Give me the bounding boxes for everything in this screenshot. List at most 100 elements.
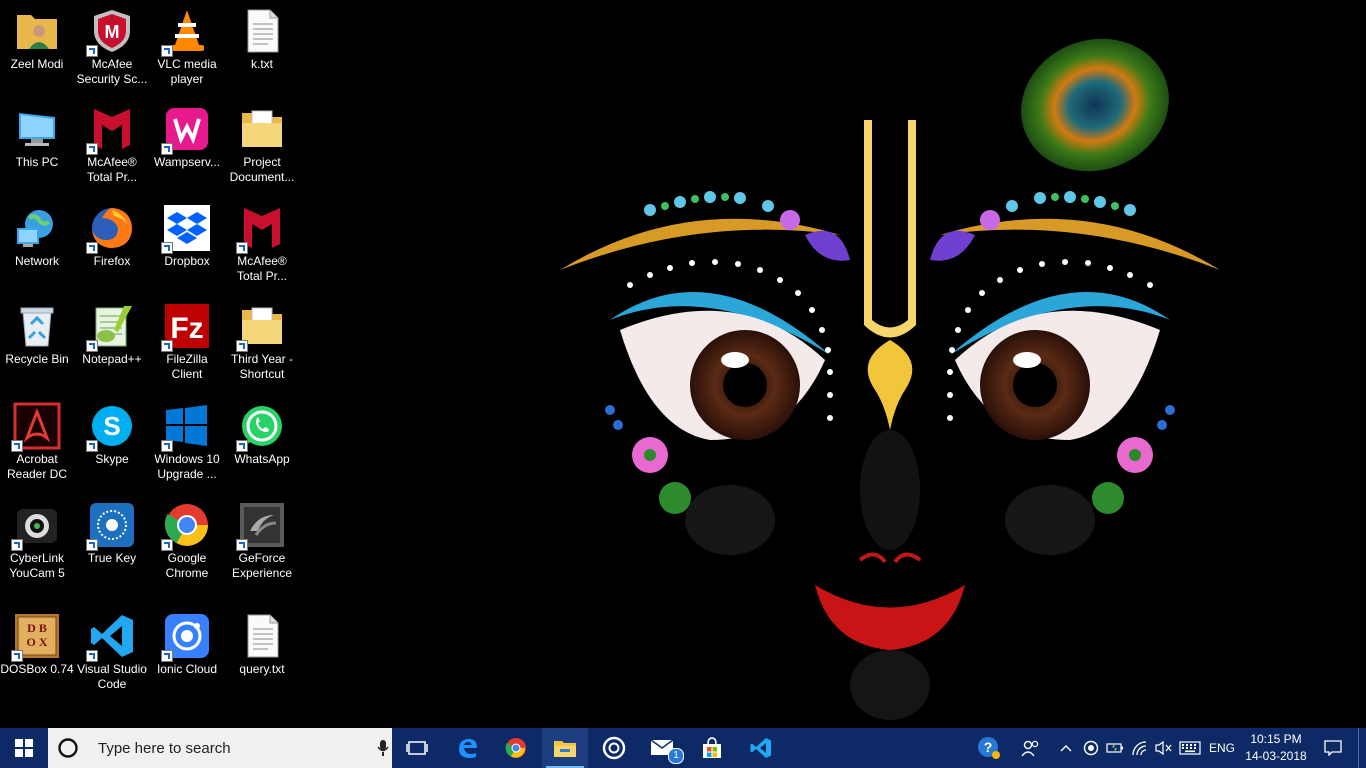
battery-icon xyxy=(1106,743,1123,753)
desktop-icon-label: Visual Studio Code xyxy=(77,662,147,691)
desktop-icon[interactable]: VLC media player xyxy=(150,3,224,99)
chrome-icon xyxy=(505,738,526,758)
tray-app-button[interactable] xyxy=(1080,728,1102,768)
svg-text:O X: O X xyxy=(27,635,48,649)
desktop-icon[interactable]: query.txt xyxy=(225,608,299,704)
mcafee-icon xyxy=(86,105,136,155)
desktop-icon[interactable]: Third Year - Shortcut xyxy=(225,298,299,394)
volume-button[interactable] xyxy=(1152,728,1174,768)
desktop-icon[interactable]: WhatsApp xyxy=(225,398,299,494)
taskbar-edge-button[interactable] xyxy=(446,728,490,768)
desktop-icon[interactable]: S Skype xyxy=(75,398,149,494)
desktop[interactable]: Zeel Modi M McAfee Security Sc... VLC media… xyxy=(0,0,1366,728)
taskbar-file-explorer-button[interactable] xyxy=(542,728,588,768)
desktop-icon[interactable]: True Key xyxy=(75,497,149,593)
desktop-icon-label: Windows 10 Upgrade ... xyxy=(154,452,220,481)
desktop-icon[interactable]: Firefox xyxy=(75,200,149,296)
desktop-icon[interactable]: M McAfee Security Sc... xyxy=(75,3,149,99)
shortcut-arrow-icon xyxy=(86,440,98,452)
network-tray-button[interactable] xyxy=(1128,728,1152,768)
filezilla-icon: Fz xyxy=(161,302,211,352)
desktop-icon[interactable]: D BO X DOSBox 0.74 xyxy=(0,608,74,704)
desktop-icon-label: DOSBox 0.74 xyxy=(0,662,74,676)
battery-button[interactable] xyxy=(1104,728,1126,768)
desktop-icon[interactable]: Ionic Cloud xyxy=(150,608,224,704)
desktop-icon[interactable]: Notepad++ xyxy=(75,298,149,394)
taskbar-search-box[interactable] xyxy=(48,728,392,768)
desktop-icon-label: McAfee Security Sc... xyxy=(76,57,148,86)
taskbar-store-button[interactable] xyxy=(690,728,734,768)
notepad-plus-plus-icon xyxy=(86,302,136,352)
desktop-icon[interactable]: k.txt xyxy=(225,3,299,99)
desktop-icon[interactable]: Google Chrome xyxy=(150,497,224,593)
desktop-icon-label: Third Year - Shortcut xyxy=(230,352,294,381)
taskbar-mail-button[interactable]: 1 xyxy=(640,728,686,768)
taskbar-vscode-button[interactable] xyxy=(738,728,784,768)
shortcut-arrow-icon xyxy=(161,242,173,254)
whatsapp-icon xyxy=(236,402,286,452)
desktop-icon[interactable]: Zeel Modi xyxy=(0,3,74,99)
desktop-icon-label: This PC xyxy=(15,155,59,169)
shortcut-arrow-icon xyxy=(236,242,248,254)
help-question-icon: ? xyxy=(978,737,1000,759)
desktop-icon-label: Google Chrome xyxy=(165,551,209,580)
show-desktop-button[interactable] xyxy=(1358,728,1366,768)
show-hidden-icons-button[interactable] xyxy=(1056,728,1076,768)
desktop-icon[interactable]: Project Document... xyxy=(225,101,299,197)
desktop-icon-label: FileZilla Client xyxy=(166,352,208,381)
action-center-button[interactable] xyxy=(1318,728,1348,768)
desktop-icon-label: Recycle Bin xyxy=(5,352,69,366)
groove-icon xyxy=(602,736,626,760)
people-button[interactable] xyxy=(1014,728,1048,768)
vscode-icon xyxy=(750,738,771,758)
input-language-indicator[interactable]: ENG xyxy=(1206,728,1238,768)
desktop-icon[interactable]: CyberLink YouCam 5 xyxy=(0,497,74,593)
desktop-icon[interactable]: Network xyxy=(0,200,74,296)
cortana-circle-icon xyxy=(58,738,78,758)
mcafee-shield-icon: M xyxy=(86,7,136,57)
touch-keyboard-button[interactable] xyxy=(1176,728,1204,768)
wifi-icon xyxy=(1132,741,1147,756)
desktop-icon-label: GeForce Experience xyxy=(231,551,293,580)
shortcut-arrow-icon xyxy=(11,539,23,551)
desktop-icon[interactable]: Dropbox xyxy=(150,200,224,296)
taskbar-chrome-button[interactable] xyxy=(494,728,538,768)
clock[interactable]: 10:15 PM 14-03-2018 xyxy=(1236,731,1316,765)
desktop-icon[interactable]: McAfee® Total Pr... xyxy=(75,101,149,197)
desktop-icon[interactable]: Fz FileZilla Client xyxy=(150,298,224,394)
folder-icon xyxy=(236,302,286,352)
shortcut-arrow-icon xyxy=(86,650,98,662)
shortcut-arrow-icon xyxy=(86,143,98,155)
taskbar-groove-button[interactable] xyxy=(592,728,636,768)
desktop-icon[interactable]: Visual Studio Code xyxy=(75,608,149,704)
desktop-icon[interactable]: Acrobat Reader DC xyxy=(0,398,74,494)
firefox-icon xyxy=(86,204,136,254)
desktop-icon-label: Notepad++ xyxy=(82,352,142,366)
shortcut-arrow-icon xyxy=(86,340,98,352)
desktop-icon[interactable]: Windows 10 Upgrade ... xyxy=(150,398,224,494)
desktop-icon[interactable]: GeForce Experience xyxy=(225,497,299,593)
microphone-icon[interactable] xyxy=(376,739,390,757)
desktop-icon-label: Firefox xyxy=(93,254,131,268)
vlc-cone-icon xyxy=(161,7,211,57)
desktop-icon[interactable]: Wampserv... xyxy=(150,101,224,197)
chrome-icon xyxy=(161,501,211,551)
start-button[interactable] xyxy=(0,728,48,768)
truekey-icon xyxy=(86,501,136,551)
help-tray-button[interactable]: ? xyxy=(972,728,1006,768)
desktop-icon[interactable]: Recycle Bin xyxy=(0,298,74,394)
task-view-button[interactable] xyxy=(396,728,438,768)
desktop-icon-label: McAfee® Total Pr... xyxy=(236,254,288,283)
edge-icon xyxy=(459,739,477,758)
dosbox-icon: D BO X xyxy=(11,612,61,662)
ionic-icon xyxy=(161,612,211,662)
desktop-icon-label: Network xyxy=(14,254,59,268)
svg-text:D B: D B xyxy=(27,621,47,635)
desktop-icon[interactable]: This PC xyxy=(0,101,74,197)
shortcut-arrow-icon xyxy=(161,45,173,57)
desktop-icon-label: VLC media player xyxy=(157,57,217,86)
search-input[interactable] xyxy=(96,738,370,758)
desktop-icon[interactable]: McAfee® Total Pr... xyxy=(225,200,299,296)
text-file-icon xyxy=(238,612,286,660)
vscode-icon xyxy=(86,612,136,662)
